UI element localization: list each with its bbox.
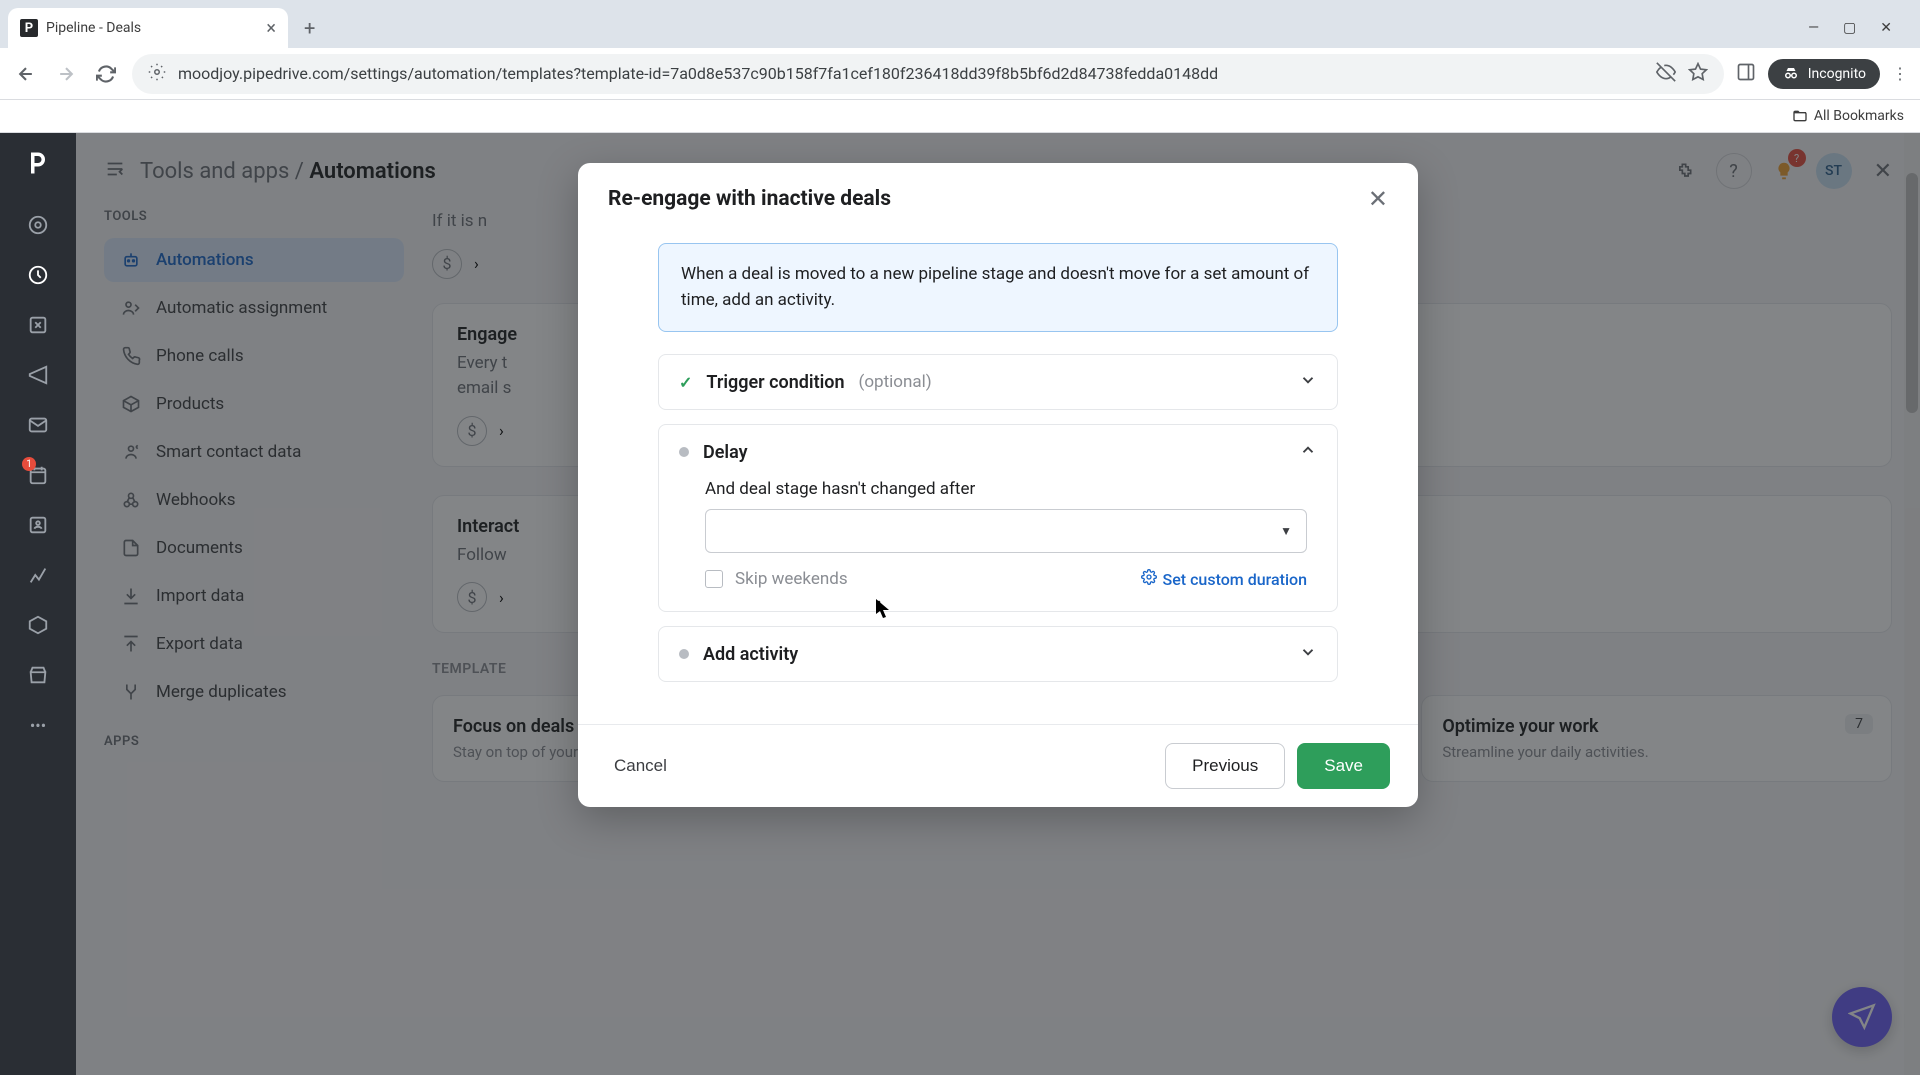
modal-title: Re-engage with inactive deals: [608, 187, 891, 211]
incognito-badge[interactable]: Incognito: [1768, 59, 1880, 89]
automation-modal: Re-engage with inactive deals ✕ When a d…: [578, 163, 1418, 807]
all-bookmarks-label: All Bookmarks: [1814, 108, 1904, 124]
section-trigger: ✓ Trigger condition (optional): [658, 354, 1338, 410]
gear-icon: [1141, 569, 1157, 589]
skip-weekends-row: Skip weekends Set custom duration: [705, 569, 1307, 589]
section-add-activity: Add activity: [658, 626, 1338, 682]
section-delay: Delay And deal stage hasn't changed afte…: [658, 424, 1338, 612]
delay-duration-select[interactable]: ▼: [705, 509, 1307, 553]
set-custom-duration-link[interactable]: Set custom duration: [1141, 569, 1307, 589]
modal-body: When a deal is moved to a new pipeline s…: [578, 235, 1418, 724]
rail-marketplace-icon[interactable]: [16, 653, 60, 697]
save-button[interactable]: Save: [1297, 743, 1390, 789]
section-delay-body: And deal stage hasn't changed after ▼ Sk…: [659, 479, 1337, 611]
bookmarks-bar: All Bookmarks: [0, 100, 1920, 133]
modal-footer: Cancel Previous Save: [578, 724, 1418, 807]
status-dot-icon: [679, 649, 689, 659]
chevron-up-icon: [1299, 441, 1317, 463]
previous-button[interactable]: Previous: [1165, 743, 1285, 789]
section-title: Trigger condition: [706, 372, 844, 393]
reload-button[interactable]: [92, 60, 120, 88]
caret-down-icon: ▼: [1280, 524, 1292, 538]
delay-field-label: And deal stage hasn't changed after: [705, 479, 1307, 499]
skip-weekends-checkbox[interactable]: [705, 570, 723, 588]
rail-products-icon[interactable]: [16, 603, 60, 647]
rail-deals-icon[interactable]: [16, 253, 60, 297]
section-title: Add activity: [703, 644, 798, 665]
rail-mail-icon[interactable]: [16, 403, 60, 447]
minimize-icon[interactable]: —: [1808, 20, 1819, 36]
section-delay-header[interactable]: Delay: [659, 425, 1337, 479]
rail-projects-icon[interactable]: [16, 303, 60, 347]
url-text: moodjoy.pipedrive.com/settings/automatio…: [178, 64, 1644, 83]
modal-info-box: When a deal is moved to a new pipeline s…: [658, 243, 1338, 332]
app-main: Tools and apps / Automations ? ? ST ✕ TO…: [76, 133, 1920, 1075]
forward-button[interactable]: [52, 60, 80, 88]
skip-weekends-label: Skip weekends: [735, 569, 848, 589]
tab-favicon: P: [20, 19, 38, 37]
tab-bar: P Pipeline - Deals × + — ▢ ✕: [0, 0, 1920, 48]
status-dot-icon: [679, 447, 689, 457]
chevron-down-icon: [1299, 643, 1317, 665]
section-trigger-header[interactable]: ✓ Trigger condition (optional): [659, 355, 1337, 409]
modal-close-icon[interactable]: ✕: [1368, 185, 1388, 213]
side-panel-icon[interactable]: [1736, 62, 1756, 86]
rail-activities-icon[interactable]: 1: [16, 453, 60, 497]
rail-insights-icon[interactable]: [16, 553, 60, 597]
rail-more-icon[interactable]: •••: [16, 703, 60, 747]
check-icon: ✓: [679, 373, 692, 392]
all-bookmarks-link[interactable]: All Bookmarks: [1792, 108, 1904, 124]
eye-off-icon[interactable]: [1656, 62, 1676, 86]
modal-overlay: Re-engage with inactive deals ✕ When a d…: [76, 133, 1920, 1075]
rail-campaigns-icon[interactable]: [16, 353, 60, 397]
address-bar[interactable]: moodjoy.pipedrive.com/settings/automatio…: [132, 54, 1724, 94]
section-title: Delay: [703, 442, 748, 463]
new-tab-button[interactable]: +: [292, 16, 327, 40]
browser-toolbar: moodjoy.pipedrive.com/settings/automatio…: [0, 48, 1920, 100]
back-button[interactable]: [12, 60, 40, 88]
browser-chrome: P Pipeline - Deals × + — ▢ ✕ moodjoy.pip…: [0, 0, 1920, 133]
app-rail: 1 •••: [0, 133, 76, 1075]
toolbar-right: Incognito ⋮: [1736, 59, 1908, 89]
tab-close-icon[interactable]: ×: [266, 18, 276, 39]
maximize-icon[interactable]: ▢: [1843, 20, 1856, 36]
incognito-label: Incognito: [1808, 66, 1866, 82]
rail-contacts-icon[interactable]: [16, 503, 60, 547]
site-settings-icon[interactable]: [148, 63, 166, 85]
cancel-button[interactable]: Cancel: [606, 746, 675, 786]
browser-menu-icon[interactable]: ⋮: [1892, 64, 1908, 83]
rail-home-icon[interactable]: [16, 203, 60, 247]
close-window-icon[interactable]: ✕: [1880, 20, 1892, 36]
rail-badge: 1: [22, 457, 36, 471]
section-add-activity-header[interactable]: Add activity: [659, 627, 1337, 681]
modal-header: Re-engage with inactive deals ✕: [578, 163, 1418, 235]
window-controls: — ▢ ✕: [1808, 20, 1912, 36]
tab-title: Pipeline - Deals: [46, 20, 258, 36]
section-optional-label: (optional): [859, 372, 932, 392]
chevron-down-icon: [1299, 371, 1317, 393]
browser-tab[interactable]: P Pipeline - Deals ×: [8, 8, 288, 48]
bookmark-star-icon[interactable]: [1688, 62, 1708, 86]
app-container: 1 ••• Tools and apps / Automations ?: [0, 133, 1920, 1075]
custom-duration-label: Set custom duration: [1163, 570, 1307, 589]
app-logo[interactable]: [18, 143, 58, 183]
